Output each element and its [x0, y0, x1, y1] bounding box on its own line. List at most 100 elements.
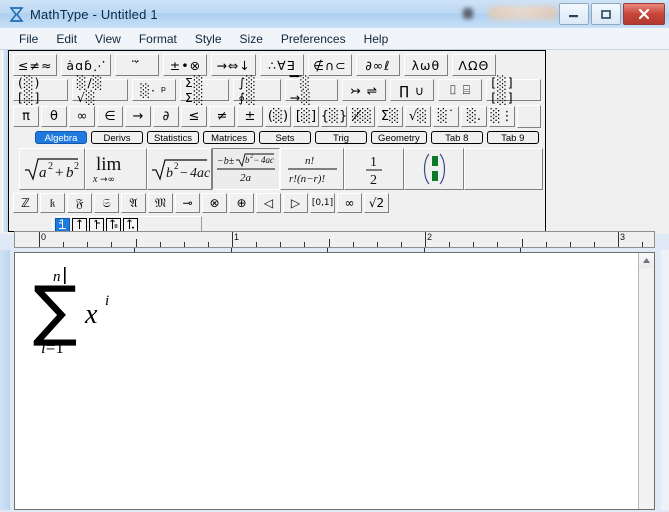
tab-algebra[interactable]: Algebra: [35, 131, 87, 144]
set-theory-palette-button[interactable]: ∉∩⊂: [307, 54, 352, 76]
formula-combination-button[interactable]: n! r!(n−r)!: [280, 148, 344, 190]
summation-lower-limit: i=1: [41, 338, 64, 357]
brace-template-button[interactable]: {░}: [321, 106, 347, 127]
svg-text:2a: 2a: [240, 172, 252, 184]
tab-sets[interactable]: Sets: [259, 131, 312, 144]
summation-template-button[interactable]: Σ░: [377, 106, 403, 127]
right-arrow-button[interactable]: →: [125, 106, 151, 127]
close-button[interactable]: [623, 3, 665, 25]
formula-sqrt-discriminant-button[interactable]: b 2 − 4ac: [147, 148, 212, 190]
window-right-frame: [661, 250, 669, 512]
fences-palette-button[interactable]: (░) [░]: [13, 75, 68, 105]
integral-palette-button[interactable]: ∫░ ∮░: [233, 75, 281, 105]
partial-derivative-button[interactable]: ∂: [153, 106, 179, 127]
pi-button[interactable]: π: [13, 106, 39, 127]
equation-base: x: [84, 299, 98, 330]
formula-quadratic-button[interactable]: −b± b 2 − 4ac 2a: [212, 148, 280, 190]
tab-geometry[interactable]: Geometry: [371, 131, 427, 144]
subsuperscript-template-button[interactable]: ░⋮: [489, 106, 515, 127]
arrows-palette-button[interactable]: →⇔↓: [211, 54, 256, 76]
less-equal-button[interactable]: ≤: [181, 106, 207, 127]
tab-statistics[interactable]: Statistics: [147, 131, 200, 144]
operators-palette-button[interactable]: ±•⊗: [163, 54, 208, 76]
equation-content[interactable]: n ∑ i=1 x i: [29, 263, 159, 363]
menu-help[interactable]: Help: [355, 30, 398, 48]
sqrt-two-button[interactable]: √2: [364, 193, 389, 213]
left-triangle-button[interactable]: ◁: [256, 193, 281, 213]
align-center-button[interactable]: [72, 217, 87, 232]
labeled-arrows-palette-button[interactable]: ↣ ⇌: [342, 79, 387, 101]
vertical-scrollbar[interactable]: [638, 253, 654, 509]
svg-text:+: +: [55, 165, 63, 181]
right-triangle-button[interactable]: ▷: [283, 193, 308, 213]
fraktur-s-button[interactable]: 𝔖: [94, 193, 119, 213]
ruler-bar-1: [232, 232, 233, 247]
relations-palette-button[interactable]: ≤≠≈: [13, 54, 58, 76]
radical-template-button[interactable]: √░: [405, 106, 431, 127]
formula-one-half-button[interactable]: 1 2: [344, 148, 404, 190]
element-of-button[interactable]: ∈: [97, 106, 123, 127]
subscript-template-button[interactable]: ░.: [461, 106, 487, 127]
fraktur-z-button[interactable]: ℤ: [13, 193, 38, 213]
fraktur-m-button[interactable]: 𝔐: [148, 193, 173, 213]
bracketed-matrix-palette-button[interactable]: [░] [░]: [486, 75, 542, 105]
formula-limit-button[interactable]: lim x →∞: [85, 148, 147, 190]
tab-derivs[interactable]: Derivs: [91, 131, 143, 144]
summation-palette-button[interactable]: Σ░ Σ░: [179, 75, 230, 105]
fraktur-f-button[interactable]: 𝔉: [67, 193, 92, 213]
ruler-tick: [400, 242, 402, 247]
accents-palette-button[interactable]: ȧɑɓ⋰: [61, 54, 112, 76]
ruler-tick: [569, 242, 571, 247]
infinity-button[interactable]: ∞: [69, 106, 95, 127]
ruler-tick: [328, 239, 330, 247]
logic-palette-button[interactable]: ∴∀∃: [259, 54, 304, 76]
tab-8[interactable]: Tab 8: [430, 131, 483, 144]
minimize-button[interactable]: [559, 3, 589, 25]
primes-dots-palette-button[interactable]: ′⃛⃛: [115, 54, 160, 76]
equation-editor-area[interactable]: n ∑ i=1 x i: [14, 252, 655, 510]
overbar-underbar-palette-button[interactable]: ▔░ →░: [284, 75, 339, 105]
tab-matrices[interactable]: Matrices: [203, 131, 256, 144]
align-right-button[interactable]: [89, 217, 104, 232]
subsuperscript-palette-button[interactable]: ░· ᵖ: [131, 79, 176, 101]
menu-preferences[interactable]: Preferences: [272, 30, 355, 48]
tab-trig[interactable]: Trig: [315, 131, 368, 144]
infinity-symbol-button[interactable]: ∞: [337, 193, 362, 213]
menu-edit[interactable]: Edit: [47, 30, 86, 48]
menu-file[interactable]: File: [10, 30, 47, 48]
menu-format[interactable]: Format: [130, 30, 186, 48]
plus-minus-button[interactable]: ±: [237, 106, 263, 127]
menu-size[interactable]: Size: [231, 30, 272, 48]
horizontal-ruler[interactable]: 0 1 2 3: [14, 231, 655, 248]
fraction-radical-palette-button[interactable]: ░/░ √░: [71, 75, 128, 105]
bracket-template-button[interactable]: [░]: [293, 106, 319, 127]
tab-9[interactable]: Tab 9: [486, 131, 539, 144]
fraction-template-button[interactable]: ░̸░: [349, 106, 375, 127]
fraktur-a-button[interactable]: 𝔄: [121, 193, 146, 213]
product-set-palette-button[interactable]: ∏ ∪: [390, 79, 435, 101]
align-at-equals-button[interactable]: [106, 217, 121, 232]
superscript-template-button[interactable]: ░˙: [433, 106, 459, 127]
maximize-button[interactable]: [591, 3, 621, 25]
scroll-up-arrow-icon[interactable]: [639, 253, 654, 268]
not-equal-button[interactable]: ≠: [209, 106, 235, 127]
circled-times-button[interactable]: ⊗: [202, 193, 227, 213]
lollipop-arrow-button[interactable]: ⊸: [175, 193, 200, 213]
align-at-decimal-button[interactable]: [123, 217, 138, 232]
formula-sqrt-a2-plus-b2-button[interactable]: a 2 + b 2: [19, 148, 85, 190]
misc-symbols-palette-button[interactable]: ∂∞ℓ: [355, 54, 400, 76]
theta-button[interactable]: θ: [41, 106, 67, 127]
greek-uppercase-palette-button[interactable]: ΛΩΘ: [451, 54, 496, 76]
fraktur-k-button[interactable]: 𝔨: [40, 193, 65, 213]
svg-text:a: a: [39, 165, 47, 181]
menu-style[interactable]: Style: [186, 30, 231, 48]
parenthesis-template-button[interactable]: (░): [265, 106, 291, 127]
menu-view[interactable]: View: [86, 30, 130, 48]
greek-lowercase-palette-button[interactable]: λωθ: [403, 54, 448, 76]
align-left-button[interactable]: [55, 217, 70, 232]
unit-interval-button[interactable]: [0,1]: [310, 193, 335, 213]
matrix-palette-button[interactable]: ⌷ ⌸: [438, 79, 483, 101]
formula-binomial-coefficient-button[interactable]: [404, 148, 464, 190]
fraktur-symbol-row: ℤ 𝔨 𝔉 𝔖 𝔄 𝔐 ⊸ ⊗ ⊕ ◁ ▷ [0,1] ∞ √2: [13, 193, 391, 213]
circled-plus-button[interactable]: ⊕: [229, 193, 254, 213]
